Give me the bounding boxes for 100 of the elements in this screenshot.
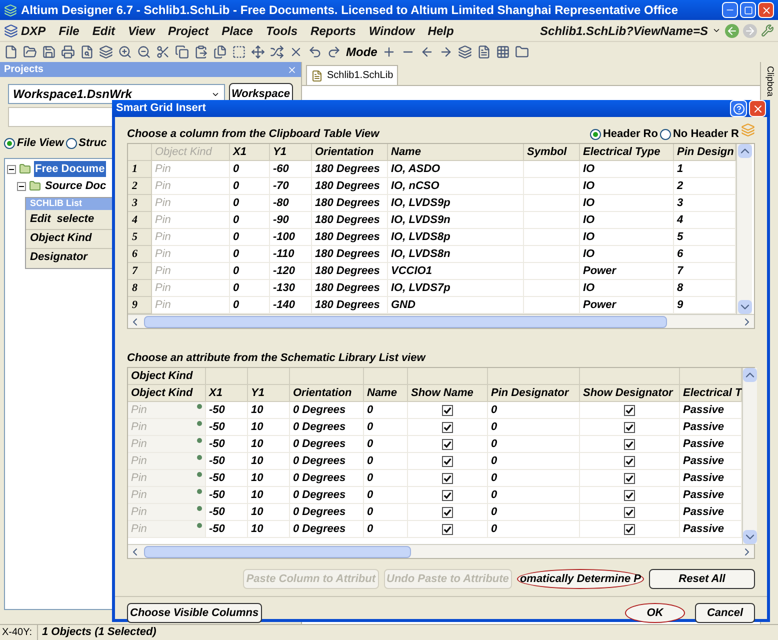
close-button[interactable] — [749, 100, 766, 117]
column-header[interactable]: Electrical Type — [580, 144, 674, 161]
preview-icon[interactable] — [80, 45, 94, 59]
new-file-icon[interactable] — [4, 45, 18, 59]
move-icon[interactable] — [251, 45, 265, 59]
action-button[interactable]: Reset All — [649, 569, 755, 589]
radio-label[interactable]: Struc — [78, 135, 107, 152]
radio-label[interactable]: No Header R — [672, 126, 739, 142]
mode-menu[interactable]: Mode — [346, 43, 378, 61]
checkbox[interactable] — [624, 422, 635, 432]
scroll-down-icon[interactable] — [743, 530, 757, 544]
checkbox[interactable] — [624, 524, 635, 534]
radio-button[interactable] — [66, 138, 77, 149]
side-panel-tab[interactable]: Clipboa — [762, 66, 776, 97]
stack-icon[interactable] — [458, 45, 472, 59]
help-button[interactable] — [730, 100, 747, 117]
redo-icon[interactable] — [327, 45, 341, 59]
radio-button[interactable] — [4, 138, 15, 149]
maximize-button[interactable] — [740, 2, 756, 18]
column-header[interactable]: Y1 — [270, 144, 312, 161]
shuffle-icon[interactable] — [270, 45, 284, 59]
tree-item[interactable]: Source Doc — [44, 178, 108, 194]
vertical-scrollbar[interactable] — [736, 144, 752, 314]
minimize-button[interactable] — [722, 2, 738, 18]
checkbox[interactable] — [442, 524, 453, 534]
column-header[interactable]: X1 — [230, 144, 270, 161]
checkbox[interactable] — [442, 404, 453, 416]
checkbox[interactable] — [442, 456, 453, 466]
column-header[interactable]: Name — [388, 144, 524, 161]
checkbox[interactable] — [442, 438, 453, 450]
checkbox[interactable] — [442, 490, 453, 500]
column-header[interactable]: Name — [364, 385, 408, 402]
cut-icon[interactable] — [156, 45, 170, 59]
open-folder-icon[interactable] — [23, 45, 37, 59]
column-header[interactable]: Show Name — [408, 385, 488, 402]
column-header[interactable]: Orientation — [290, 385, 364, 402]
menu-item[interactable]: Project — [168, 22, 209, 40]
radio-button[interactable] — [660, 128, 671, 140]
collapse-icon[interactable] — [17, 182, 26, 190]
checkbox[interactable] — [624, 438, 635, 450]
radio-label[interactable]: File View — [17, 135, 64, 152]
documents-icon[interactable] — [213, 45, 227, 59]
checkbox[interactable] — [442, 422, 453, 432]
menu-item[interactable]: Edit — [92, 22, 116, 40]
checkbox[interactable] — [442, 506, 453, 518]
selection-icon[interactable] — [232, 45, 246, 59]
copy-icon[interactable] — [175, 45, 189, 59]
horizontal-scrollbar[interactable] — [128, 544, 754, 558]
checkbox[interactable] — [624, 490, 635, 500]
sheet-icon[interactable] — [477, 45, 492, 59]
dialog-button[interactable]: Choose Visible Columns — [127, 603, 262, 623]
menu-item[interactable]: View — [128, 22, 155, 40]
dialog-button[interactable]: OK — [625, 603, 685, 623]
horizontal-scrollbar[interactable] — [128, 314, 754, 328]
column-header[interactable]: Show Designator — [580, 385, 680, 402]
menu-item[interactable]: Help — [428, 22, 454, 40]
scroll-up-icon[interactable] — [738, 144, 752, 158]
vertical-scrollbar[interactable] — [742, 368, 757, 544]
folder-icon[interactable] — [515, 45, 530, 59]
undo-icon[interactable] — [308, 45, 322, 59]
zoom-out-icon[interactable] — [137, 45, 151, 59]
print-icon[interactable] — [61, 45, 75, 59]
checkbox[interactable] — [624, 506, 635, 518]
checkbox[interactable] — [442, 472, 453, 484]
scrollbar-thumb[interactable] — [144, 546, 412, 558]
scroll-down-icon[interactable] — [738, 300, 752, 314]
workspace-dropdown[interactable]: Workspace1.DsnWrk — [8, 84, 224, 104]
menu-item[interactable]: Window — [368, 22, 415, 40]
document-tab[interactable]: Schlib1.SchLib — [306, 65, 398, 85]
deselect-icon[interactable] — [289, 45, 303, 59]
paste-icon[interactable] — [194, 45, 208, 59]
action-button[interactable]: omatically Determine P — [516, 569, 644, 589]
dialog-button[interactable]: Cancel — [695, 603, 755, 623]
layers-icon[interactable] — [99, 45, 113, 59]
menu-item[interactable]: Tools — [266, 22, 298, 40]
collapse-icon[interactable] — [7, 164, 16, 174]
menu-item[interactable]: Place — [222, 22, 253, 40]
close-icon[interactable] — [287, 64, 297, 74]
column-header[interactable]: Symbol — [524, 144, 580, 161]
column-header[interactable]: Orientation — [312, 144, 388, 161]
checkbox[interactable] — [624, 404, 635, 416]
scroll-up-icon[interactable] — [743, 368, 757, 382]
address-field[interactable]: Schlib1.SchLib?ViewName=S — [540, 22, 708, 40]
menu-item[interactable]: File — [58, 22, 80, 40]
column-header[interactable]: Y1 — [248, 385, 290, 402]
checkbox[interactable] — [624, 472, 635, 484]
menu-item[interactable]: DXP — [21, 22, 46, 40]
column-header[interactable]: X1 — [206, 385, 248, 402]
grid-icon[interactable] — [496, 45, 510, 59]
close-button[interactable] — [758, 2, 774, 18]
menu-item[interactable]: Reports — [310, 22, 356, 40]
zoom-in-icon[interactable] — [118, 45, 132, 59]
tool-icon[interactable] — [761, 24, 774, 37]
save-icon[interactable] — [42, 45, 56, 59]
radio-label[interactable]: Header Ro — [602, 126, 658, 142]
tree-item[interactable]: Free Docume — [34, 160, 106, 178]
radio-button[interactable] — [590, 128, 601, 140]
scrollbar-thumb[interactable] — [144, 316, 667, 328]
checkbox[interactable] — [624, 456, 635, 466]
column-header[interactable]: Pin Designator — [488, 385, 580, 402]
